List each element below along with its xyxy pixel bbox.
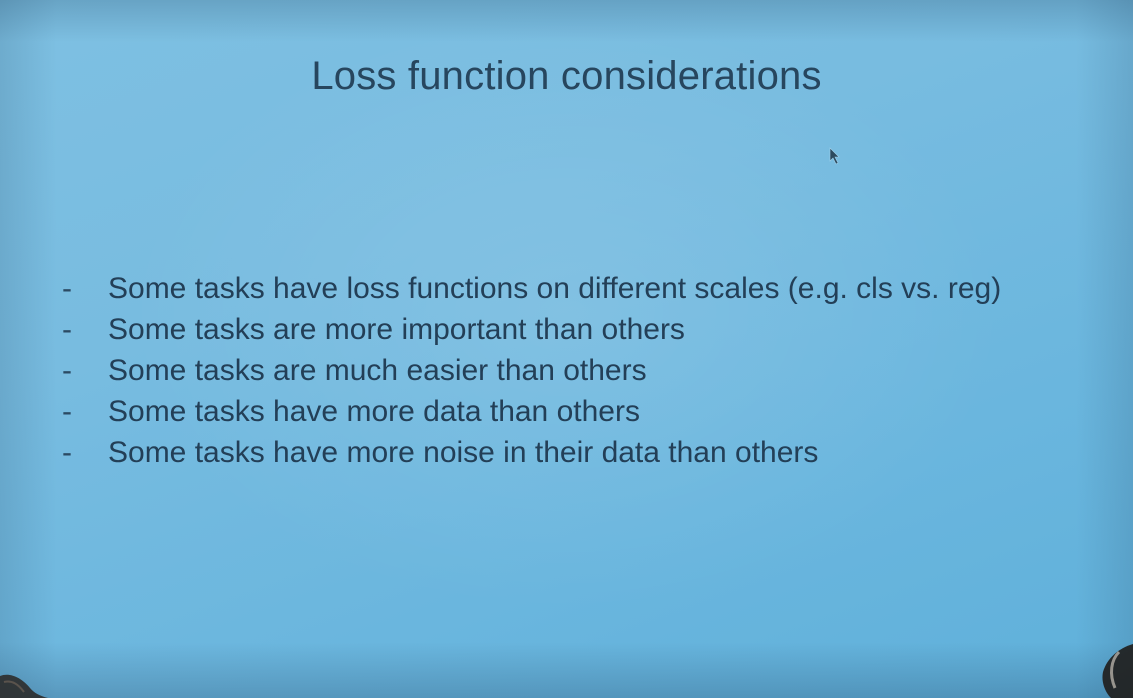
- bullet-list: - Some tasks have loss functions on diff…: [62, 268, 1001, 473]
- list-item: - Some tasks have more noise in their da…: [62, 432, 1001, 473]
- bullet-marker: -: [62, 436, 72, 469]
- bullet-marker: -: [62, 313, 72, 346]
- slide-title: Loss function considerations: [311, 54, 822, 98]
- bullet-text: Some tasks have more data than others: [108, 395, 640, 428]
- bullet-text: Some tasks have more noise in their data…: [108, 436, 819, 469]
- foreground-object-left: [0, 674, 48, 698]
- bullet-marker: -: [62, 395, 72, 428]
- bullet-marker: -: [62, 354, 72, 387]
- photo-of-projected-slide: Loss function considerations - Some task…: [0, 0, 1133, 698]
- bullet-marker: -: [62, 272, 72, 305]
- bullet-text: Some tasks have loss functions on differ…: [108, 272, 1002, 305]
- mouse-cursor-icon: [829, 147, 840, 165]
- bullet-text: Some tasks are more important than other…: [108, 313, 685, 346]
- list-item: - Some tasks are much easier than others: [62, 350, 1001, 391]
- list-item: - Some tasks have loss functions on diff…: [62, 268, 1001, 309]
- bullet-text: Some tasks are much easier than others: [108, 354, 647, 387]
- list-item: - Some tasks are more important than oth…: [62, 309, 1001, 350]
- list-item: - Some tasks have more data than others: [62, 391, 1001, 432]
- foreground-object-right: [1102, 644, 1133, 698]
